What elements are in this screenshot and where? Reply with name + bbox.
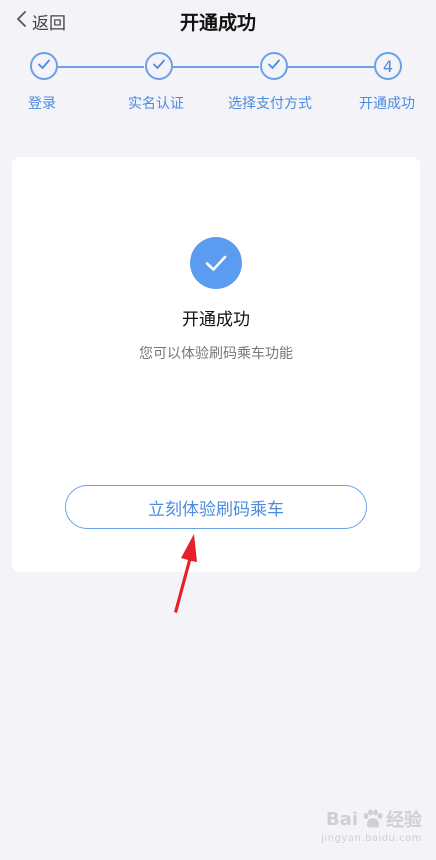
step-2-indicator <box>145 52 173 80</box>
watermark-url: jingyan.baidu.com <box>321 833 422 844</box>
success-card: 开通成功 您可以体验刷码乘车功能 立刻体验刷码乘车 <box>12 157 420 572</box>
check-icon <box>266 56 282 76</box>
try-qr-ride-button[interactable]: 立刻体验刷码乘车 <box>65 485 367 529</box>
step-progress: 4 登录 实名认证 选择支付方式 开通成功 <box>0 44 436 120</box>
watermark-logo: Bai 经验 <box>325 808 422 832</box>
step-label-verification: 实名认证 <box>128 96 184 112</box>
step-connector <box>288 66 374 68</box>
check-icon <box>151 56 167 76</box>
step-connector <box>173 66 259 68</box>
step-label-success: 开通成功 <box>359 96 415 112</box>
page-title: 开通成功 <box>179 12 256 34</box>
check-icon <box>36 56 52 76</box>
step-4-indicator: 4 <box>374 52 402 80</box>
step-1-indicator <box>30 52 58 80</box>
annotation-arrow-icon <box>174 534 197 613</box>
watermark: Bai 经验 jingyan.baidu.com <box>321 806 422 845</box>
step-connector <box>58 66 144 68</box>
success-title: 开通成功 <box>182 310 250 330</box>
paw-icon <box>363 809 383 828</box>
step-3-indicator <box>260 52 288 80</box>
step-number: 4 <box>382 56 394 76</box>
success-description: 您可以体验刷码乘车功能 <box>139 346 293 362</box>
step-label-payment: 选择支付方式 <box>228 96 312 112</box>
step-label-login: 登录 <box>28 96 56 112</box>
success-check-icon <box>190 237 242 289</box>
navigation-bar: 返回 开通成功 <box>0 0 436 44</box>
